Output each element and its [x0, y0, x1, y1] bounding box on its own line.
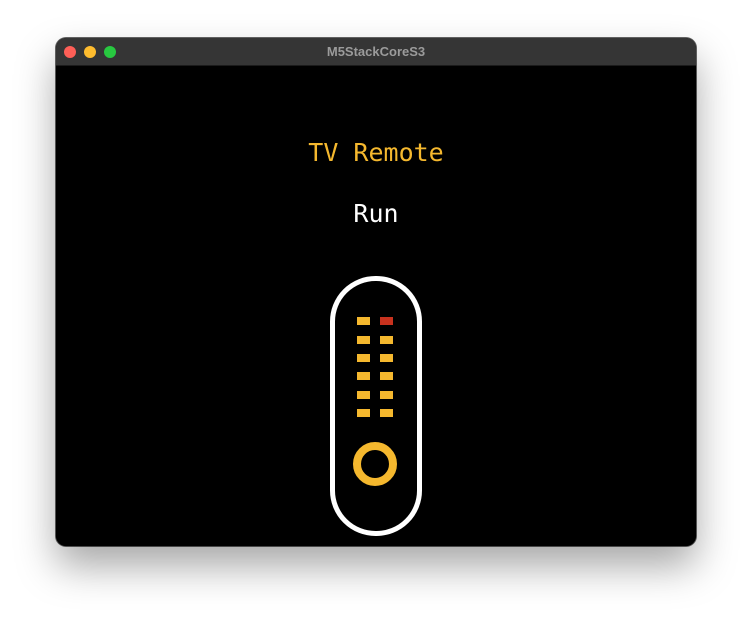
remote-button: [380, 354, 393, 362]
remote-button-active: [380, 317, 393, 325]
remote-button: [357, 317, 370, 325]
remote-button: [357, 391, 370, 399]
window-title: M5StackCoreS3: [326, 44, 426, 59]
app-window: M5StackCoreS3 TV Remote Run: [56, 38, 696, 546]
remote-button: [380, 336, 393, 344]
remote-button: [357, 372, 370, 380]
status-text: Run: [353, 199, 399, 228]
device-screen[interactable]: TV Remote Run: [56, 66, 696, 546]
app-title: TV Remote: [308, 138, 444, 167]
remote-button: [380, 409, 393, 417]
remote-button: [380, 372, 393, 380]
remote-button: [357, 409, 370, 417]
remote-button: [357, 354, 370, 362]
title-bar[interactable]: M5StackCoreS3: [56, 38, 696, 66]
remote-body: [330, 276, 422, 536]
tv-remote-icon: [330, 276, 422, 536]
remote-button: [357, 336, 370, 344]
remote-button: [380, 391, 393, 399]
